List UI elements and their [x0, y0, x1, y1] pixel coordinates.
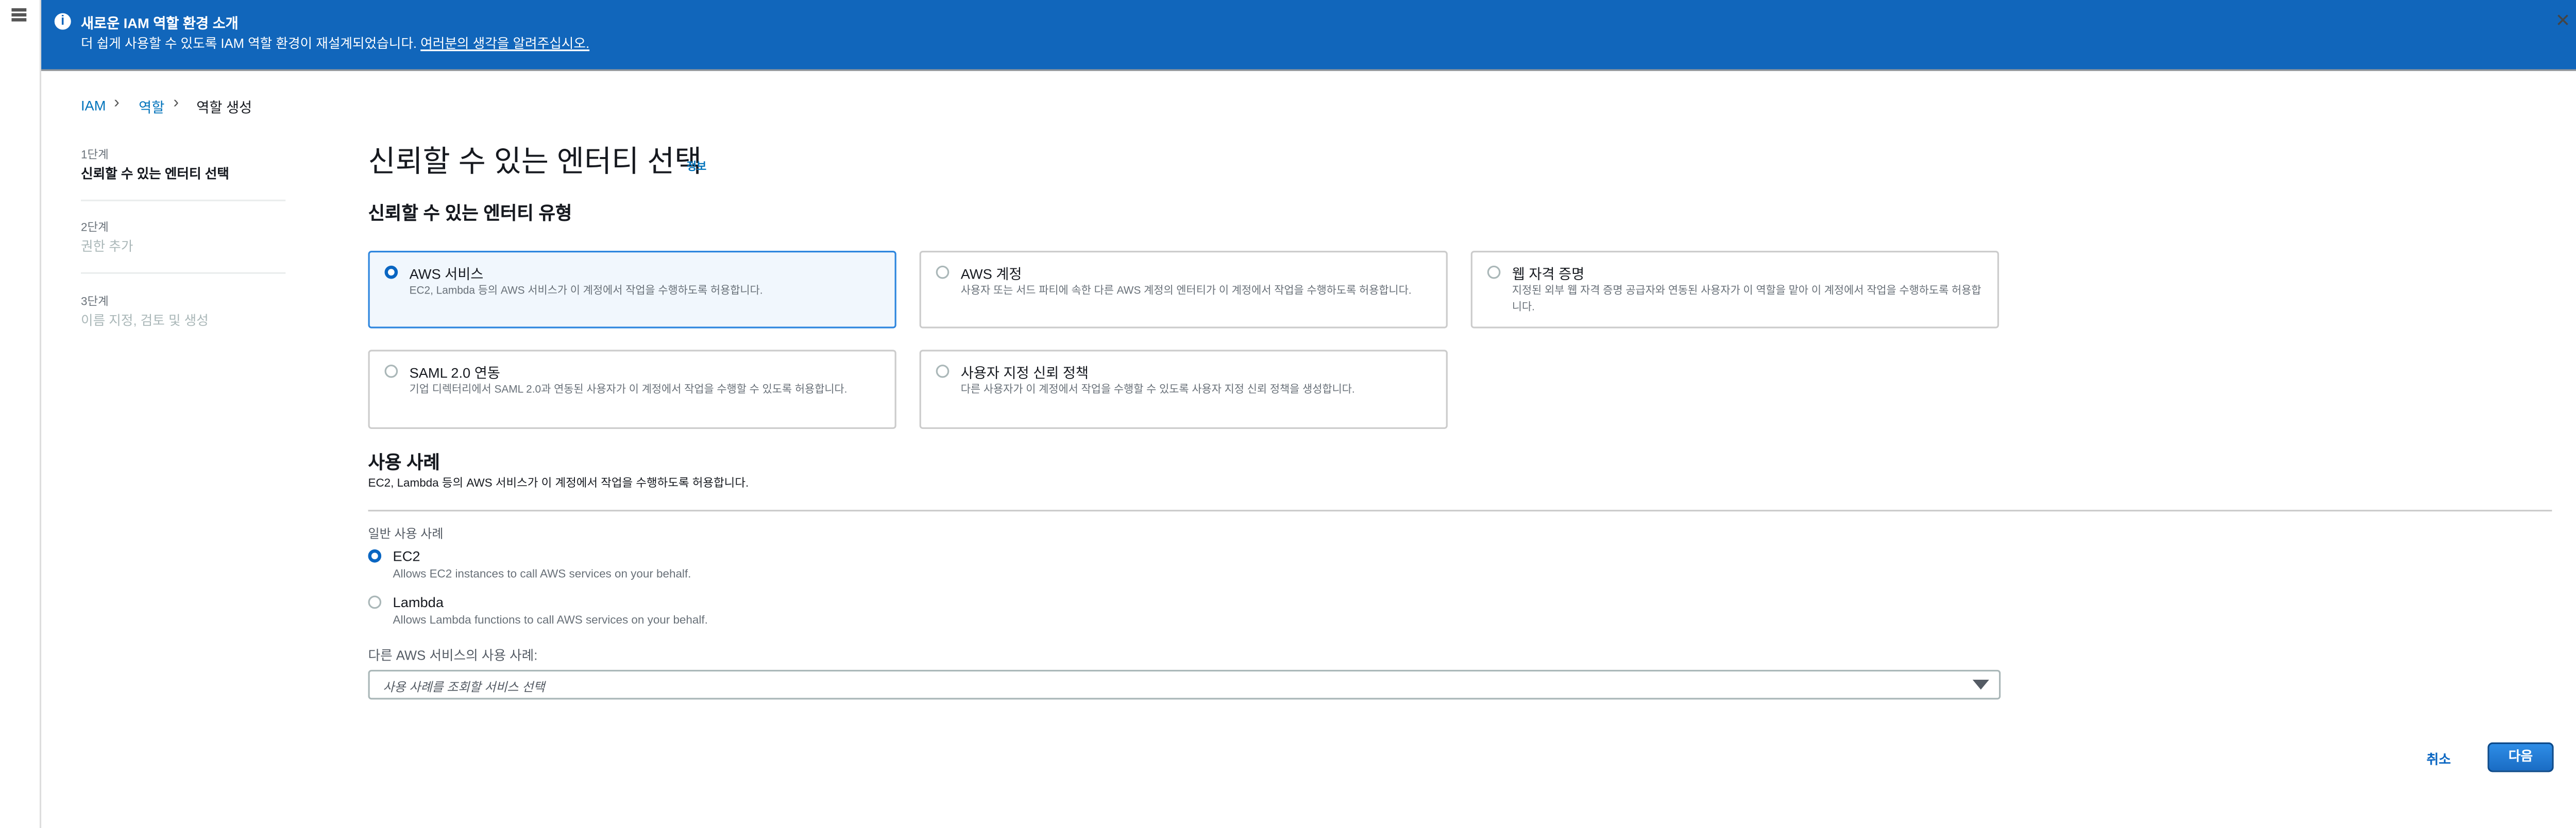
caret-down-icon	[1972, 680, 1989, 690]
common-use-case-label: 일반 사용 사례	[368, 526, 444, 541]
use-case-lambda-title: Lambda	[393, 594, 444, 611]
option-desc: EC2, Lambda 등의 AWS 서비스가 이 계정에서 작업을 수행하도록…	[409, 285, 763, 297]
entity-type-heading: 신뢰할 수 있는 엔터티 유형	[368, 204, 572, 225]
divider	[80, 199, 286, 201]
option-title: AWS 서비스	[409, 265, 484, 282]
service-select[interactable]: 사용 사례를 조회할 서비스 선택	[368, 669, 2001, 700]
breadcrumb-current: 역할 생성	[196, 99, 252, 116]
option-title: 웹 자격 증명	[1512, 265, 1585, 282]
divider	[80, 272, 286, 274]
entity-option-aws-service[interactable]: AWS 서비스 EC2, Lambda 등의 AWS 서비스가 이 계정에서 작…	[368, 251, 896, 329]
iam-create-role-page: i 새로운 IAM 역할 환경 소개 더 쉽게 사용할 수 있도록 IAM 역할…	[0, 0, 2576, 828]
use-case-heading: 사용 사례	[368, 454, 440, 474]
option-desc: 지정된 외부 웹 자격 증명 공급자와 연동된 사용자가 이 역할을 맡아 이 …	[1512, 285, 1981, 313]
radio[interactable]	[1487, 265, 1501, 279]
step-3-name: 이름 지정, 검토 및 생성	[80, 313, 209, 329]
info-icon: i	[54, 13, 71, 30]
hamburger-menu-icon[interactable]	[11, 8, 27, 24]
banner-message-text: 더 쉽게 사용할 수 있도록 IAM 역할 환경이 재설계되었습니다.	[80, 36, 421, 51]
radio-ec2[interactable]	[368, 549, 382, 563]
page-title: 신뢰할 수 있는 엔터티 선택	[368, 145, 702, 179]
option-title: AWS 계정	[960, 265, 1022, 282]
info-link[interactable]: 정보	[687, 157, 706, 173]
select-placeholder: 사용 사례를 조회할 서비스 선택	[383, 680, 545, 695]
option-title: 사용자 지정 신뢰 정책	[960, 365, 1089, 382]
option-title: SAML 2.0 연동	[409, 365, 500, 382]
radio-lambda[interactable]	[368, 595, 382, 609]
cancel-button[interactable]: 취소	[2427, 751, 2451, 769]
option-desc: 사용자 또는 서드 파티에 속한 다른 AWS 계정의 엔터티가 이 계정에서 …	[960, 285, 1412, 297]
breadcrumb-roles[interactable]: 역할	[139, 97, 164, 117]
step-3-label: 3단계	[80, 297, 109, 309]
use-case-ec2-desc: Allows EC2 instances to call AWS service…	[393, 569, 691, 581]
entity-option-aws-account[interactable]: AWS 계정 사용자 또는 서드 파티에 속한 다른 AWS 계정의 엔터티가 …	[919, 251, 1448, 329]
step-2-label: 2단계	[80, 222, 109, 234]
side-navigation-rail	[0, 0, 42, 828]
feedback-link[interactable]: 여러분의 생각을 알려주십시오.	[420, 36, 589, 51]
entity-option-web-identity[interactable]: 웹 자격 증명 지정된 외부 웹 자격 증명 공급자와 연동된 사용자가 이 역…	[1470, 251, 1999, 329]
breadcrumb-iam[interactable]: IAM	[81, 97, 106, 114]
entity-option-custom-trust-policy[interactable]: 사용자 지정 신뢰 정책 다른 사용자가 이 계정에서 작업을 수행할 수 있도…	[919, 350, 1448, 429]
banner-message: 더 쉽게 사용할 수 있도록 IAM 역할 환경이 재설계되었습니다. 여러분의…	[81, 34, 589, 53]
option-desc: 기업 디렉터리에서 SAML 2.0과 연동된 사용자가 이 계정에서 작업을 …	[409, 384, 848, 396]
chevron-right-icon: ›	[114, 94, 120, 112]
use-case-lambda-desc: Allows Lambda functions to call AWS serv…	[393, 615, 708, 627]
info-banner: i 새로운 IAM 역할 환경 소개 더 쉽게 사용할 수 있도록 IAM 역할…	[41, 0, 2576, 71]
radio[interactable]	[936, 365, 950, 378]
use-case-ec2-title: EC2	[393, 547, 420, 564]
use-case-desc: EC2, Lambda 등의 AWS 서비스가 이 계정에서 작업을 수행하도록…	[368, 478, 749, 490]
divider	[368, 510, 2552, 512]
banner-title: 새로운 IAM 역할 환경 소개	[80, 14, 239, 31]
close-icon[interactable]: ✕	[2555, 10, 2571, 31]
chevron-right-icon: ›	[173, 94, 179, 112]
radio[interactable]	[936, 265, 950, 279]
step-1-name: 신뢰할 수 있는 엔터티 선택	[80, 166, 229, 182]
entity-option-saml[interactable]: SAML 2.0 연동 기업 디렉터리에서 SAML 2.0과 연동된 사용자가…	[368, 350, 896, 429]
option-desc: 다른 사용자가 이 계정에서 작업을 수행할 수 있도록 사용자 지정 신뢰 정…	[960, 384, 1355, 396]
step-1-label: 1단계	[80, 150, 109, 162]
other-service-label: 다른 AWS 서비스의 사용 사례:	[368, 648, 538, 664]
radio-selected[interactable]	[384, 265, 398, 279]
next-button[interactable]: 다음	[2487, 742, 2554, 772]
step-2-name: 권한 추가	[80, 239, 133, 254]
radio[interactable]	[384, 365, 398, 378]
